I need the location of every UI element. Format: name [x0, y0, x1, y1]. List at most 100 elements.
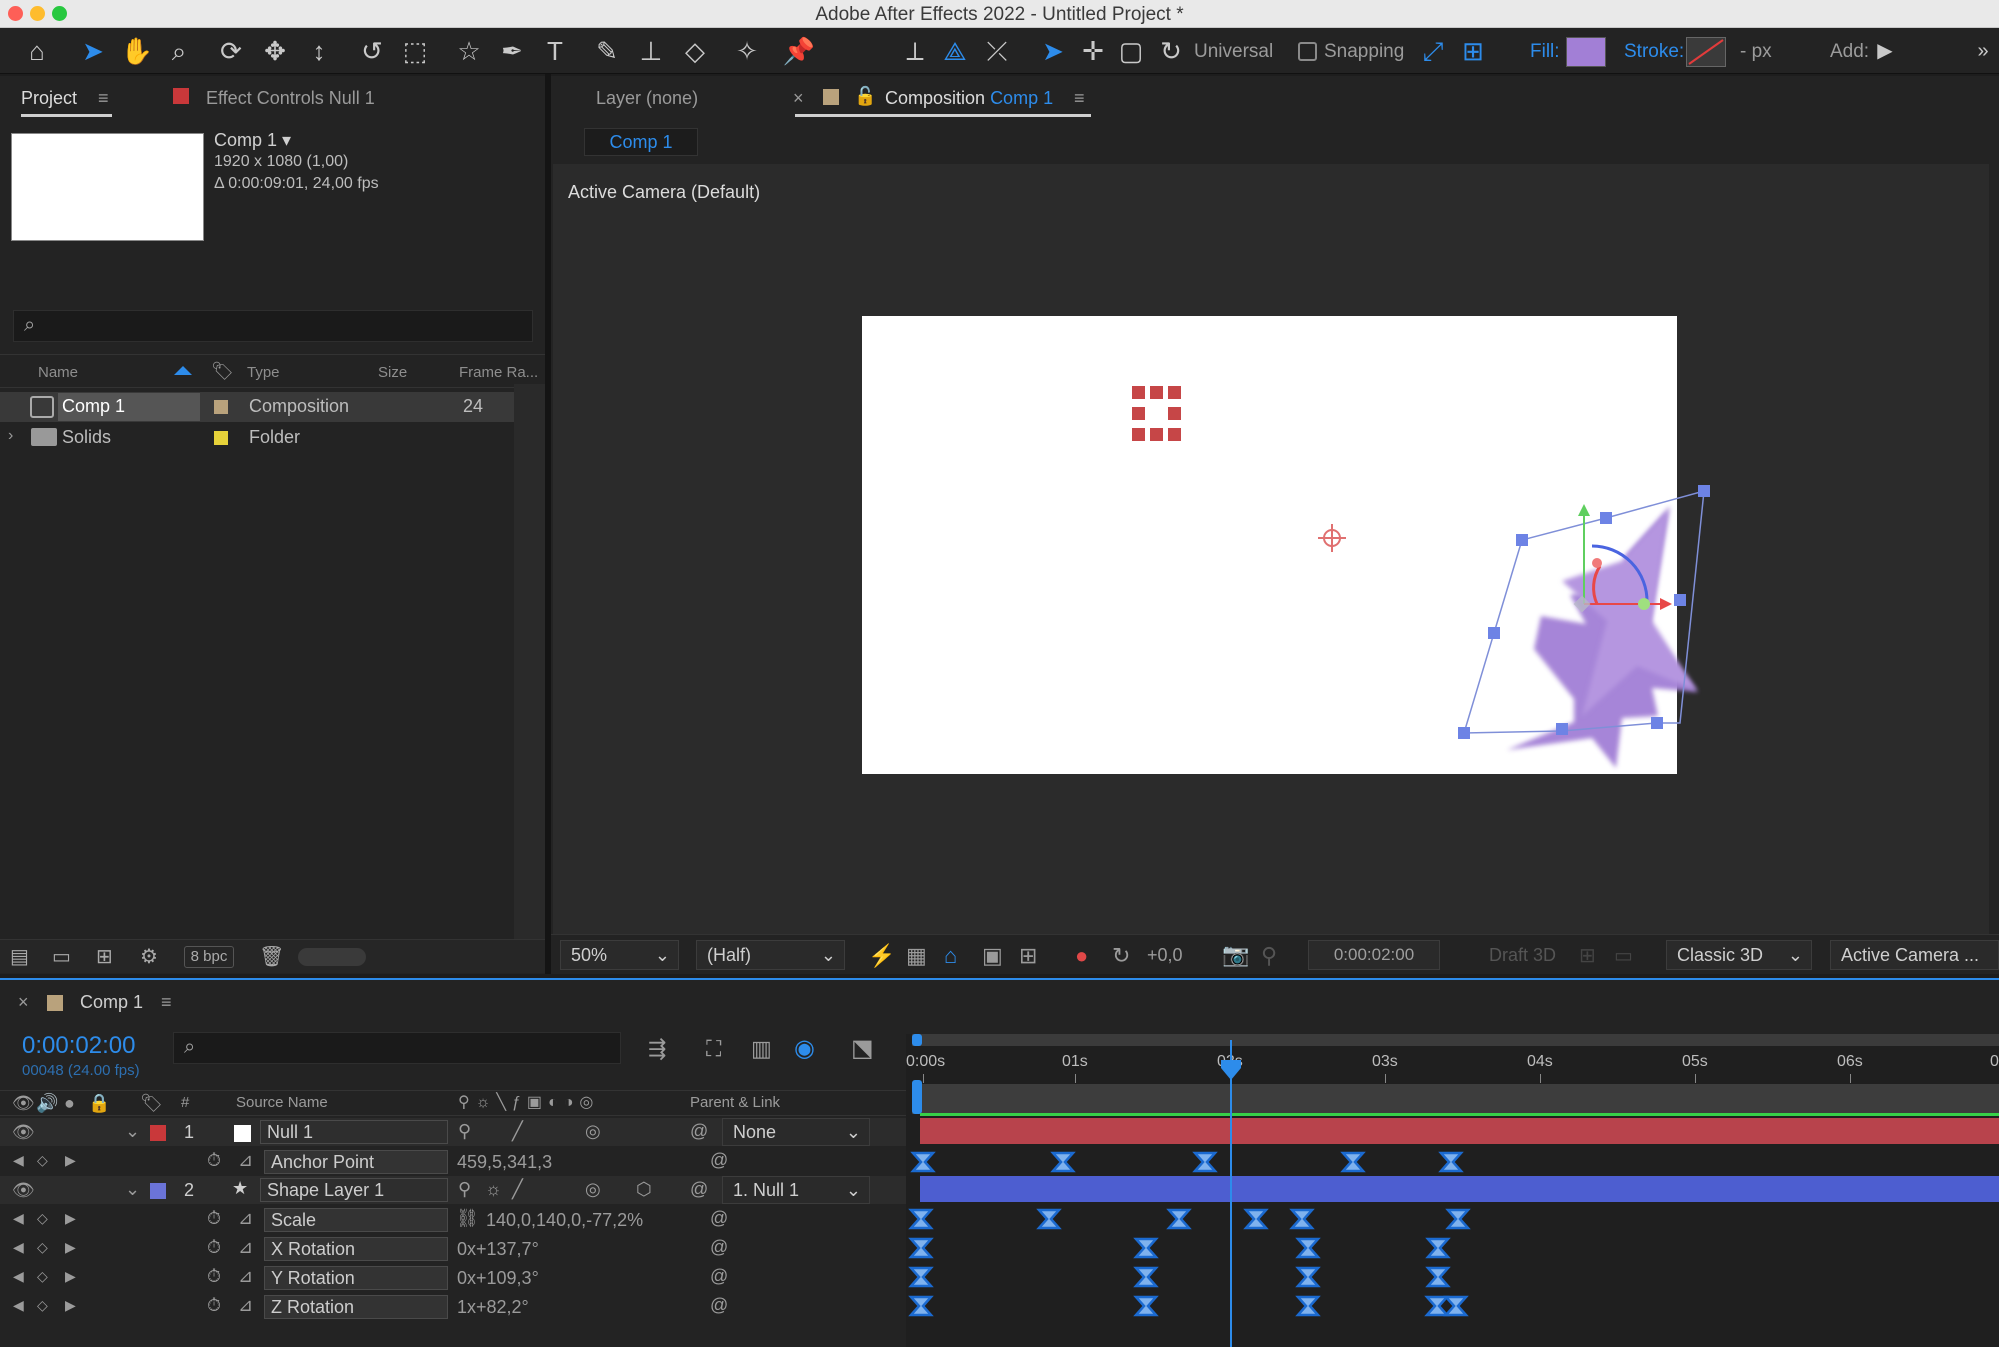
transparency-grid-icon[interactable]: ▦: [906, 943, 927, 969]
reset-exposure-icon[interactable]: ↻: [1112, 943, 1130, 969]
orbit-camera-icon[interactable]: ⟳: [214, 35, 248, 67]
property-row-x-rotation[interactable]: ◀ ◇ ▶ ⏱ ⊿ X Rotation 0x+137,7° @: [0, 1235, 906, 1263]
pen-tool-icon[interactable]: ✒: [495, 35, 529, 67]
type-tool-icon[interactable]: T: [538, 35, 572, 67]
puppet-tool-icon[interactable]: 📌: [782, 35, 816, 67]
project-settings-icon[interactable]: ⚙: [140, 944, 158, 969]
clone-stamp-tool-icon[interactable]: ⊥: [634, 35, 668, 67]
anchor-crosshair-icon[interactable]: [1318, 524, 1346, 552]
new-folder-icon[interactable]: ▭: [52, 944, 71, 969]
close-tab-icon[interactable]: ×: [793, 88, 804, 109]
rotate-gizmo-icon[interactable]: ↻: [1154, 35, 1188, 67]
property-value[interactable]: 459,5,341,3: [457, 1152, 552, 1173]
next-keyframe-icon[interactable]: ▶: [65, 1210, 76, 1227]
shy-switch-icon[interactable]: ⚲: [458, 1121, 471, 1142]
3d-view-dropdown[interactable]: Active Camera ...: [1830, 940, 1999, 970]
viewer-menu-icon[interactable]: ≡: [1074, 88, 1085, 109]
more-panels-icon[interactable]: »: [1966, 35, 1999, 67]
expression-pickwhip-icon[interactable]: @: [710, 1266, 728, 1287]
view-axis-icon[interactable]: ⤫: [980, 35, 1014, 67]
label-tag-icon[interactable]: 🏷: [140, 1093, 163, 1114]
property-row-y-rotation[interactable]: ◀ ◇ ▶ ⏱ ⊿ Y Rotation 0x+109,3° @: [0, 1264, 906, 1292]
adjustment-switch-icon[interactable]: ◎: [585, 1179, 601, 1200]
grid-guides-icon[interactable]: ⊞: [1019, 943, 1037, 969]
tab-layer[interactable]: Layer (none): [596, 88, 698, 109]
graph-icon[interactable]: ⊿: [238, 1295, 253, 1316]
property-row-z-rotation[interactable]: ◀ ◇ ▶ ⏱ ⊿ Z Rotation 1x+82,2° @: [0, 1293, 906, 1321]
layer-name[interactable]: Shape Layer 1: [260, 1178, 448, 1202]
property-value[interactable]: 1x+82,2°: [457, 1297, 529, 1318]
stopwatch-icon[interactable]: ⏱: [207, 1266, 221, 1287]
dolly-camera-icon[interactable]: ↕: [302, 35, 336, 67]
label-tag-icon[interactable]: 🏷: [211, 361, 234, 382]
item-label-color[interactable]: [214, 400, 228, 414]
exposure-value[interactable]: +0,0: [1147, 945, 1183, 966]
snapping-label[interactable]: Snapping: [1324, 41, 1404, 63]
project-item-row[interactable]: › Solids Folder: [0, 423, 515, 453]
tab-timeline-comp[interactable]: Comp 1: [80, 992, 143, 1013]
visibility-eye-icon[interactable]: 👁: [12, 1122, 35, 1143]
lock-switch-icon[interactable]: 🔒: [88, 1093, 110, 1114]
stroke-label[interactable]: Stroke:: [1624, 41, 1684, 63]
timeline-menu-icon[interactable]: ≡: [161, 992, 172, 1013]
graph-icon[interactable]: ⊿: [238, 1237, 253, 1258]
timeline-current-time[interactable]: 0:00:02:00: [22, 1032, 135, 1060]
comp-name[interactable]: Comp 1 ▾: [214, 130, 291, 151]
channel-icon[interactable]: ●: [1075, 943, 1088, 969]
video-switch-icon[interactable]: 👁: [12, 1093, 35, 1114]
pickwhip-icon[interactable]: @: [690, 1121, 708, 1142]
graph-icon[interactable]: ⊿: [238, 1208, 253, 1229]
quality-switch-icon[interactable]: ╱: [512, 1121, 523, 1142]
keyframe-z-rotation[interactable]: [909, 1295, 1468, 1317]
prev-keyframe-icon[interactable]: ◀: [13, 1239, 24, 1256]
add-play-icon[interactable]: ▶: [1868, 35, 1902, 67]
keyframe-scale[interactable]: [909, 1208, 1470, 1230]
universal-label[interactable]: Universal: [1194, 41, 1273, 63]
column-size[interactable]: Size: [378, 364, 407, 381]
null-object-grid-icon[interactable]: [1132, 386, 1181, 441]
3d-layer-cube-icon[interactable]: ⬡: [636, 1179, 652, 1200]
scale-gizmo-icon[interactable]: ▢: [1114, 35, 1148, 67]
prev-keyframe-icon[interactable]: ◀: [13, 1268, 24, 1285]
selection-tool-icon[interactable]: ➤: [76, 35, 110, 67]
prev-keyframe-icon[interactable]: ◀: [13, 1297, 24, 1314]
add-keyframe-icon[interactable]: ◇: [37, 1268, 48, 1285]
parent-dropdown[interactable]: 1. Null 1 ⌄: [722, 1176, 870, 1204]
mask-visibility-icon[interactable]: ⌂: [944, 943, 957, 969]
hand-tool-icon[interactable]: ✋: [120, 35, 154, 67]
local-axis-icon[interactable]: ⟂: [898, 35, 932, 67]
constrain-proportions-link-icon[interactable]: ⛓: [456, 1208, 479, 1229]
position-gizmo-icon[interactable]: ✛: [1076, 35, 1110, 67]
project-search-input[interactable]: ⌕: [13, 310, 533, 342]
prev-keyframe-icon[interactable]: ◀: [13, 1210, 24, 1227]
add-keyframe-icon[interactable]: ◇: [37, 1297, 48, 1314]
layer-row-null-1[interactable]: 👁 ⌄ 1 Null 1 ⚲ ╱ ◎ @ None ⌄: [0, 1118, 906, 1146]
adjustment-switch-icon[interactable]: ◎: [585, 1121, 601, 1142]
frame-blending-icon[interactable]: ▥: [751, 1036, 772, 1062]
column-type[interactable]: Type: [247, 364, 280, 381]
shy-switch-icon[interactable]: ⚲: [458, 1179, 471, 1200]
next-keyframe-icon[interactable]: ▶: [65, 1297, 76, 1314]
stopwatch-icon[interactable]: ⏱: [207, 1208, 221, 1229]
new-composition-icon[interactable]: ⊞: [96, 944, 113, 969]
stopwatch-icon[interactable]: ⏱: [207, 1237, 221, 1258]
snap-edges-icon[interactable]: ⤢: [1416, 35, 1450, 67]
property-value[interactable]: 140,0,140,0,-77,2%: [486, 1210, 643, 1231]
layer-row-shape-layer-1[interactable]: 👁 ⌄ 2 ★ Shape Layer 1 ⚲ ☼ ╱ ◎ ⬡ @ 1. Nul…: [0, 1176, 906, 1204]
extended-viewer-icon[interactable]: ⊞: [1579, 943, 1596, 968]
column-frame-rate[interactable]: Frame Ra...: [459, 364, 538, 381]
lock-icon[interactable]: 🔓: [854, 86, 876, 107]
add-label[interactable]: Add:: [1830, 41, 1869, 63]
roto-brush-tool-icon[interactable]: ✧: [730, 35, 764, 67]
next-keyframe-icon[interactable]: ▶: [65, 1239, 76, 1256]
eraser-tool-icon[interactable]: ◇: [678, 35, 712, 67]
add-keyframe-icon[interactable]: ◇: [37, 1210, 48, 1227]
draft-3d-toggle[interactable]: Draft 3D: [1489, 945, 1556, 966]
star-tool-icon[interactable]: ☆: [452, 35, 486, 67]
fast-previews-icon[interactable]: ⚡: [868, 943, 895, 969]
bit-depth-button[interactable]: 8 bpc: [184, 946, 234, 968]
region-of-interest-icon[interactable]: ▣: [982, 943, 1003, 969]
comp-flowchart-icon[interactable]: ⇶: [648, 1036, 666, 1062]
current-time-indicator-line[interactable]: [1230, 1040, 1232, 1347]
home-icon[interactable]: ⌂: [20, 35, 54, 67]
